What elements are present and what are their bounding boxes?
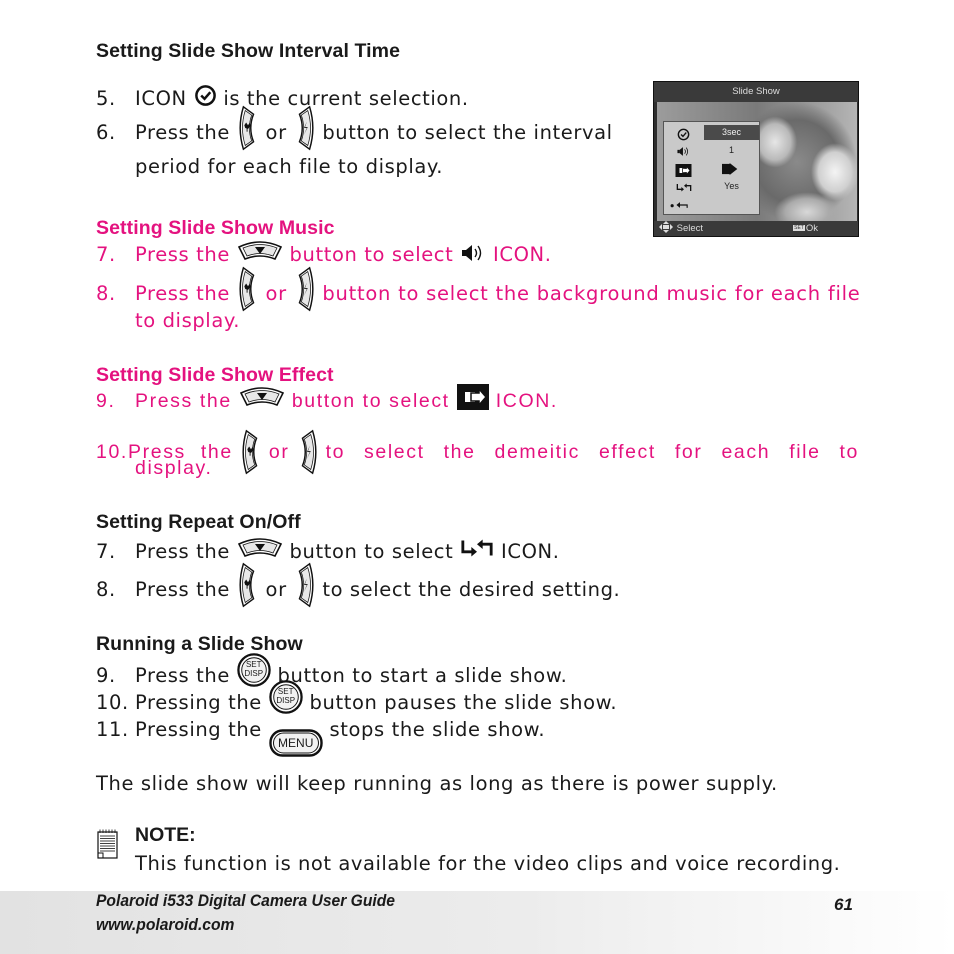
left-button-icon [240, 429, 262, 475]
step-6-continuation: period for each file to display. [135, 155, 444, 178]
set-disp-button-icon: SET DISP [269, 680, 303, 714]
menu-row-repeat[interactable]: Yes [664, 179, 759, 197]
down-button-icon [237, 239, 283, 263]
heading-interval: Setting Slide Show Interval Time [96, 40, 401, 62]
menu-row-effect[interactable] [664, 161, 759, 179]
slideshow-menu: 3sec 1 Yes [663, 121, 760, 215]
menu-button-icon: MENU [269, 729, 323, 757]
set-chip: SET [793, 225, 805, 232]
speaker-icon [460, 243, 486, 263]
right-button-icon [294, 105, 316, 151]
left-button-icon [237, 105, 259, 151]
step-5-interval: 5. ICON is the current selection. [96, 87, 469, 110]
set-disp-button-icon: SET DISP [237, 653, 271, 687]
ok-label: Ok [805, 223, 818, 234]
step-9-running: 9. Press the SET DISP button to start a s… [96, 664, 567, 687]
right-button-icon [297, 429, 319, 475]
back-icon [670, 202, 688, 208]
step-9-effect: 9. Press the button to select ICON. [96, 390, 558, 413]
arrow-right-icon [722, 163, 738, 175]
step-7-repeat: 7. Press the button to select ICON. [96, 540, 560, 563]
note-text: This function is not available for the v… [135, 852, 841, 875]
effect-icon [674, 164, 693, 177]
page-number: 61 [834, 895, 853, 914]
menu-value: 1 [728, 145, 734, 155]
step-10-continuation: display. [135, 457, 213, 479]
camera-screen: Slide Show 3sec 1 Yes Select SET Ok [653, 81, 859, 237]
power-note: The slide show will keep running as long… [96, 772, 778, 795]
down-button-icon [237, 536, 283, 560]
heading-running: Running a Slide Show [96, 633, 303, 655]
right-button-icon [294, 562, 316, 608]
footer-title: Polaroid i533 Digital Camera User Guide [96, 891, 396, 910]
menu-value: Yes [724, 181, 739, 191]
menu-row-interval[interactable]: 3sec [664, 125, 759, 143]
down-button-icon [239, 385, 285, 409]
step-7-music: 7. Press the button to select ICON. [96, 243, 552, 266]
note-label: NOTE: [135, 824, 196, 846]
screen-title: Slide Show [654, 82, 858, 102]
right-button-icon [294, 266, 316, 312]
repeat-icon [460, 536, 494, 560]
clock-icon [677, 128, 690, 141]
left-button-icon [237, 266, 259, 312]
menu-row-music[interactable]: 1 [664, 143, 759, 161]
footer-url[interactable]: www.polaroid.com [96, 915, 234, 935]
menu-value: 3sec [704, 125, 759, 140]
dpad-icon [659, 221, 673, 234]
left-button-icon [237, 562, 259, 608]
clock-icon [194, 84, 217, 107]
step-6-interval: 6. Press the or button to select the inte… [96, 121, 613, 144]
step-11-running: 11. Pressing the MENU stops the slide sho… [96, 718, 545, 741]
effect-icon [457, 384, 489, 410]
select-label: Select [676, 223, 704, 234]
step-10-running: 10. Pressing the SET DISP button pauses t… [96, 691, 617, 714]
page-footer: Polaroid i533 Digital Camera User Guide … [0, 891, 954, 954]
note-icon [97, 829, 118, 859]
heading-effect: Setting Slide Show Effect [96, 364, 334, 386]
step-8-repeat: 8. Press the or to select the desired set… [96, 578, 620, 601]
menu-row-back[interactable] [664, 197, 759, 215]
step-8-music: 8. Press the or button to select the back… [96, 282, 861, 305]
heading-music: Setting Slide Show Music [96, 217, 335, 239]
screen-bottom-bar: Select SET Ok [654, 221, 858, 236]
repeat-icon [676, 182, 692, 193]
heading-repeat: Setting Repeat On/Off [96, 511, 301, 533]
speaker-icon [676, 146, 691, 157]
step-8-continuation: to display. [135, 309, 241, 332]
